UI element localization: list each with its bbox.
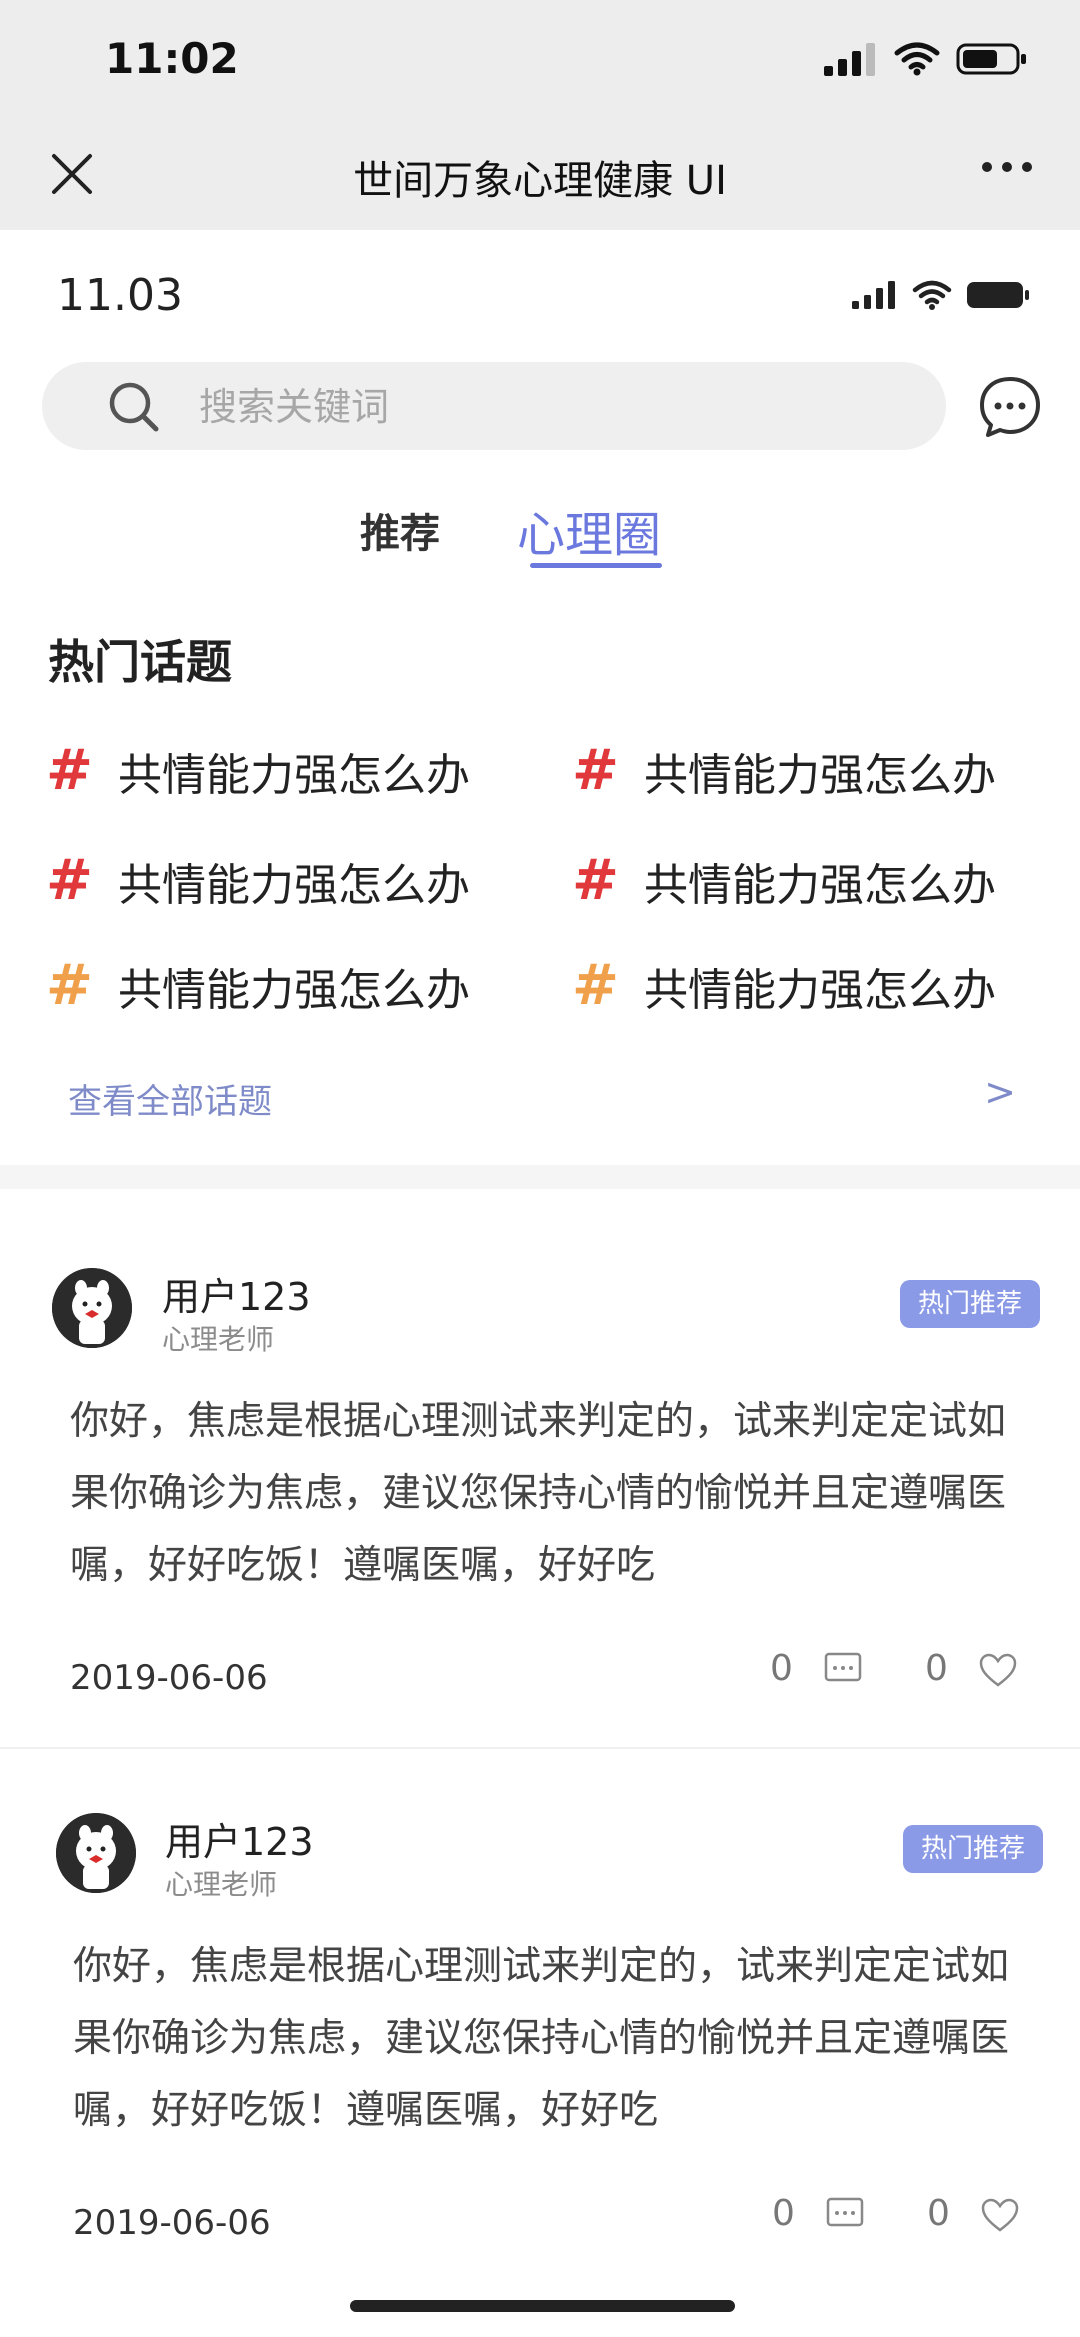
see-all-topics-link[interactable]: 查看全部话题 [68,1074,272,1123]
wifi-icon [894,42,940,76]
page-title: 世间万象心理健康 UI [353,158,727,204]
home-indicator[interactable] [350,2300,735,2312]
cellular-signal-icon [824,43,875,76]
section-divider [0,1165,1080,1189]
tab-bar: 推荐 心理圈 [0,495,1080,575]
avatar[interactable] [52,1268,132,1348]
avatar-illustration [56,1813,136,1893]
comment-icon[interactable] [826,2197,864,2231]
outer-status-icons [824,42,1028,76]
post-divider [0,1747,1080,1749]
user-role: 心理老师 [165,1868,278,1901]
avatar[interactable] [56,1813,136,1893]
avatar-illustration [52,1268,132,1348]
battery-icon [956,43,1026,75]
post-body[interactable]: 你好，焦虑是根据心理测试来判定的，试来判定定试如果你确诊为焦虑，建议您保持心情的… [73,1931,1033,2147]
hash-icon: # [572,738,619,803]
hot-recommend-badge: 热门推荐 [902,1825,1043,1873]
topic-label: 共情能力强怎么办 [118,749,470,801]
hash-icon: # [46,738,93,803]
wifi-icon [912,280,952,310]
like-count: 0 [925,1648,948,1689]
outer-status-time: 11:02 [105,34,239,83]
inner-status-time: 11.03 [57,270,183,321]
more-options-icon[interactable] [982,162,1032,172]
post-date: 2019-06-06 [73,2203,271,2243]
heart-icon[interactable] [980,2197,1020,2233]
user-name[interactable]: 用户123 [162,1266,311,1321]
user-name[interactable]: 用户123 [165,1811,314,1866]
tab-psych-circle[interactable]: 心理圈 [517,495,661,565]
inner-status-icons [852,280,1030,310]
topic-item[interactable]: # 共情能力强怎么办 [572,738,996,803]
hash-icon: # [572,953,619,1018]
heart-icon[interactable] [978,1652,1018,1688]
topic-item[interactable]: # 共情能力强怎么办 [572,953,996,1018]
comment-count: 0 [772,2193,795,2234]
search-bar[interactable] [42,362,946,450]
comment-icon[interactable] [824,1652,862,1686]
topic-item[interactable]: # 共情能力强怎么办 [46,953,470,1018]
cellular-signal-icon [852,281,895,309]
hot-topics-heading: 热门话题 [48,635,232,689]
topic-label: 共情能力强怎么办 [118,964,470,1016]
active-tab-indicator [530,563,662,568]
hash-icon: # [46,953,93,1018]
search-input[interactable] [197,380,901,434]
topic-item[interactable]: # 共情能力强怎么办 [46,848,470,913]
hash-icon: # [572,848,619,913]
like-count: 0 [927,2193,950,2234]
topic-item[interactable]: # 共情能力强怎么办 [572,848,996,913]
battery-icon [967,282,1029,308]
topic-item[interactable]: # 共情能力强怎么办 [46,738,470,803]
topic-label: 共情能力强怎么办 [118,859,470,911]
hash-icon: # [46,848,93,913]
hot-recommend-badge: 热门推荐 [899,1280,1040,1328]
tab-recommend[interactable]: 推荐 [360,501,440,559]
user-role: 心理老师 [162,1323,275,1356]
chevron-right-icon[interactable]: > [984,1070,1016,1114]
topic-label: 共情能力强怎么办 [644,749,996,801]
search-icon [109,382,159,432]
comment-count: 0 [770,1648,793,1689]
post-date: 2019-06-06 [70,1658,268,1698]
topic-label: 共情能力强怎么办 [644,859,996,911]
topic-label: 共情能力强怎么办 [644,964,996,1016]
post-body[interactable]: 你好，焦虑是根据心理测试来判定的，试来判定定试如果你确诊为焦虑，建议您保持心情的… [70,1386,1030,1602]
message-icon[interactable] [978,375,1042,439]
